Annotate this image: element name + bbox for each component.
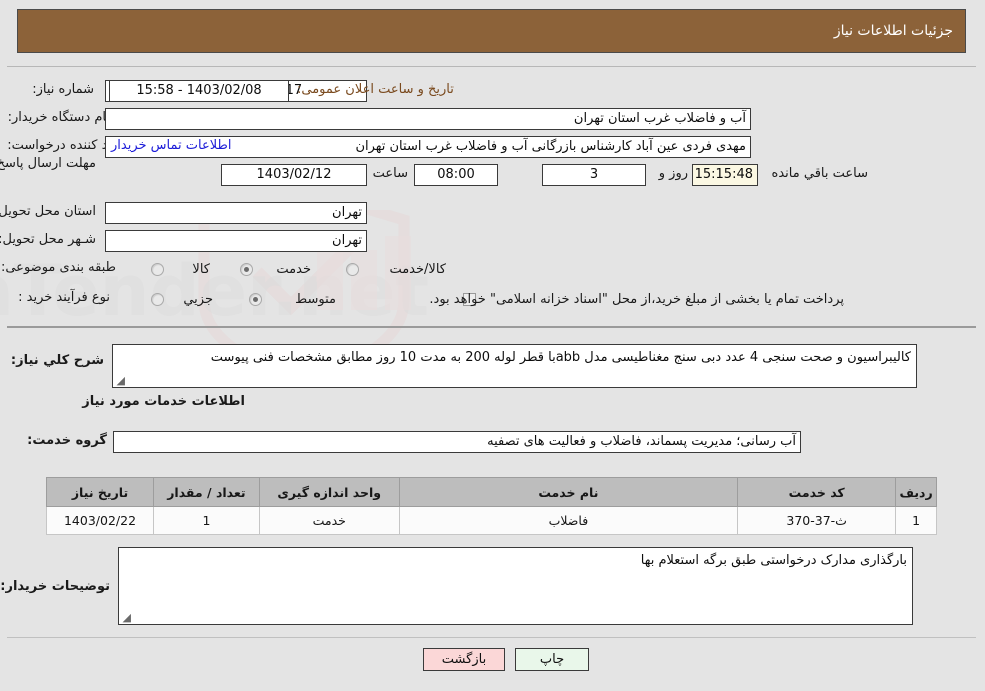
table-row: 1 ث-37-370 فاضلاب خدمت 1 1403/02/22 (46, 506, 938, 535)
col-service-name: نام خدمت (399, 477, 740, 507)
cell-unit: خدمت (259, 506, 401, 535)
col-unit: واحد اندازه گیری (259, 477, 401, 507)
description-textarea[interactable]: کالیبراسیون و صحت سنجی 4 عدد دبی سنج مغن… (113, 344, 918, 388)
cell-row-no: 1 (896, 506, 938, 535)
announce-datetime-label: تاریخ و ساعت اعلان عمومی: (298, 82, 455, 97)
purchase-radio-motavasset-label: متوسط (296, 292, 337, 307)
resize-grip-icon-2[interactable]: ◢ (122, 612, 132, 623)
purchase-radio-motavasset[interactable] (250, 293, 263, 306)
service-group-label: گروه خدمت: (28, 433, 108, 448)
buyer-notes-value: بارگذاری مدارک درخواستی طبق برگه استعلام… (641, 553, 908, 568)
deadline-hour-value: 08:00 (415, 164, 499, 186)
deadline-hour-label: ساعت (373, 166, 409, 181)
page-header: جزئیات اطلاعات نیاز (18, 9, 967, 53)
print-button[interactable]: چاپ (516, 648, 590, 671)
cell-service-name: فاضلاب (399, 506, 740, 535)
buyer-org-value: آب و فاضلاب غرب استان تهران (106, 108, 752, 130)
items-table: ردیف کد خدمت نام خدمت واحد اندازه گیری ت… (46, 477, 938, 535)
remaining-time-value: 15:15:48 (693, 164, 759, 186)
category-radio-kala-label: کالا (193, 262, 211, 277)
category-radio-kala[interactable] (152, 263, 165, 276)
need-info-panel: شماره نیاز: 1103005301000017 تاریخ و ساع… (0, 66, 977, 328)
deadline-label: مهلت ارسال پاسخ: تا تاریخ: (0, 156, 97, 171)
city-label: شـهر محل تحویل: (0, 232, 97, 247)
remaining-time-label: ساعت باقي مانده (772, 166, 869, 181)
announce-datetime-value: 1403/02/08 - 15:58 (110, 80, 290, 102)
buyer-org-label: نام دستگاه خریدار: (8, 110, 111, 125)
services-section-title: اطلاعات خدمات مورد نیاز (83, 394, 246, 409)
cell-quantity: 1 (154, 506, 261, 535)
purchase-radio-jozee[interactable] (152, 293, 165, 306)
category-label: طبقه بندی موضوعی: (1, 260, 117, 275)
category-radio-khedmat-label: خدمت (277, 262, 312, 277)
table-header-row: ردیف کد خدمت نام خدمت واحد اندازه گیری ت… (46, 477, 938, 507)
description-label: شرح کلي نیاز: (11, 353, 105, 368)
col-service-code: کد خدمت (738, 477, 898, 507)
province-label: استان محل تحویل: (0, 204, 97, 219)
province-value: تهران (106, 202, 368, 224)
city-value: تهران (106, 230, 368, 252)
description-value: کالیبراسیون و صحت سنجی 4 عدد دبی سنج مغن… (211, 350, 912, 365)
buyer-contact-link[interactable]: اطلاعات تماس خریدار (112, 135, 232, 157)
purchase-type-label: نوع فرآیند خرید : (19, 290, 111, 305)
cell-need-date: 1403/02/22 (46, 506, 156, 535)
buyer-notes-textarea[interactable]: بارگذاری مدارک درخواستی طبق برگه استعلام… (119, 547, 914, 625)
purchase-radio-jozee-label: جزیي (184, 292, 214, 307)
buyer-notes-label: توضیحات خریدار: (1, 579, 111, 594)
cell-service-code: ث-37-370 (738, 506, 898, 535)
treasury-docs-label: پرداخت تمام یا بخشی از مبلغ خرید،از محل … (430, 292, 845, 307)
col-need-date: تاریخ نیاز (46, 477, 156, 507)
back-button[interactable]: بازگشت (424, 648, 506, 671)
resize-grip-icon[interactable]: ◢ (116, 375, 126, 386)
footer-divider (8, 637, 977, 638)
category-radio-kala-khedmat[interactable] (347, 263, 360, 276)
remaining-days-value: 3 (543, 164, 647, 186)
col-row-no: ردیف (896, 477, 938, 507)
col-quantity: تعداد / مقدار (154, 477, 261, 507)
page-title: جزئیات اطلاعات نیاز (834, 23, 954, 39)
remaining-days-label: روز و (659, 166, 689, 181)
category-radio-khedmat[interactable] (241, 263, 254, 276)
service-group-value: آب رسانی؛ مدیریت پسماند، فاضلاب و فعالیت… (114, 431, 802, 453)
need-number-label: شماره نیاز: (33, 82, 95, 97)
deadline-date-value: 1403/02/12 (222, 164, 368, 186)
category-radio-kala-khedmat-label: کالا/خدمت (390, 262, 447, 277)
